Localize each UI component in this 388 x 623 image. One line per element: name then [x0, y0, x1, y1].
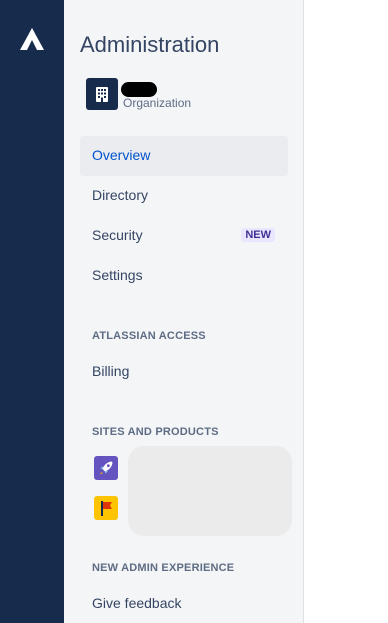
- sidebar-item-label: Directory: [92, 187, 149, 203]
- global-navigation: [0, 0, 64, 623]
- section-heading-sites-and-products: SITES AND PRODUCTS: [92, 426, 219, 438]
- sidebar-title: Administration: [80, 32, 220, 57]
- admin-sidebar: Administration Organization Overview Dir…: [64, 0, 304, 623]
- sidebar-item-label: Billing: [92, 363, 130, 379]
- sidebar-item-directory[interactable]: Directory: [80, 176, 288, 216]
- sidebar-item-label: Overview: [92, 147, 151, 163]
- sidebar-item-label: Security: [92, 227, 143, 243]
- admin-app: Administration Organization Overview Dir…: [0, 0, 388, 623]
- products-placeholder: [128, 446, 292, 536]
- sidebar-item-security[interactable]: Security NEW: [80, 216, 288, 256]
- new-badge: NEW: [241, 228, 275, 242]
- section-heading-new-admin-experience: NEW ADMIN EXPERIENCE: [92, 562, 235, 574]
- org-name-redacted: [121, 82, 157, 97]
- sidebar-item-billing[interactable]: Billing: [80, 352, 288, 392]
- rocket-icon[interactable]: [94, 456, 118, 480]
- org-label: Organization: [123, 96, 192, 110]
- sidebar-item-overview[interactable]: Overview: [80, 136, 288, 176]
- atlassian-logo-icon[interactable]: [20, 28, 44, 50]
- section-heading-atlassian-access: ATLASSIAN ACCESS: [92, 330, 206, 342]
- main-content: [304, 0, 388, 623]
- flag-icon[interactable]: [94, 496, 118, 520]
- sidebar-item-label: Give feedback: [92, 595, 182, 611]
- building-icon[interactable]: [86, 78, 118, 110]
- sidebar-item-give-feedback[interactable]: Give feedback: [80, 584, 288, 623]
- sidebar-item-label: Settings: [92, 267, 143, 283]
- sidebar-item-settings[interactable]: Settings: [80, 256, 288, 296]
